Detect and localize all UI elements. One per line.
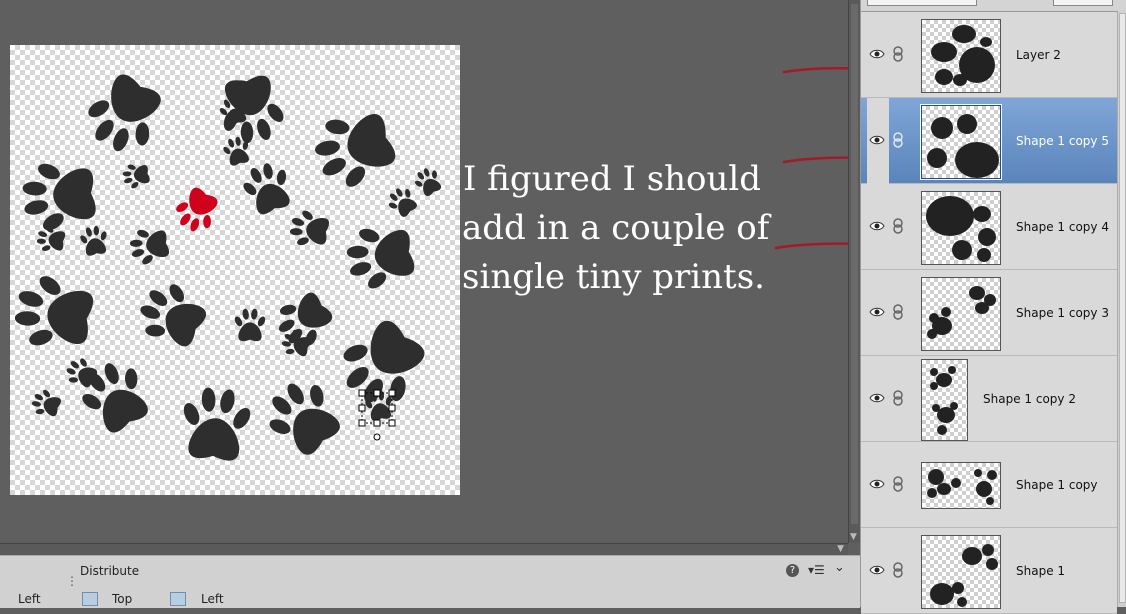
- layer-thumbnail: [920, 104, 1002, 180]
- link-icon[interactable]: [891, 132, 905, 148]
- visibility-toggle[interactable]: [867, 12, 889, 98]
- document-canvas[interactable]: [10, 45, 460, 495]
- layer-row-shape-1-copy-2[interactable]: Shape 1 copy 2: [861, 356, 1117, 442]
- paw-thumbnail-icon: [927, 469, 997, 505]
- link-icon[interactable]: [891, 304, 905, 320]
- layer-thumbnail: [921, 462, 1001, 509]
- arrow-to-shape-copy-5: [782, 156, 848, 164]
- layer-thumbnail: [921, 277, 1001, 351]
- distribute-left-icon[interactable]: [170, 592, 186, 606]
- paw-thumbnail-icon: [927, 286, 996, 339]
- visibility-toggle[interactable]: [867, 442, 889, 528]
- link-icon[interactable]: [891, 562, 905, 578]
- layer-thumbnail: [921, 535, 1001, 609]
- link-icon[interactable]: [891, 476, 905, 492]
- layer-thumbnail: [921, 19, 1001, 93]
- layer-thumbnail: [921, 359, 968, 441]
- paw-thumbnail-icon: [930, 544, 998, 607]
- layer-row-shape-1-copy-4[interactable]: Shape 1 copy 4: [861, 184, 1117, 270]
- layer-row-shape-1-copy[interactable]: Shape 1 copy: [861, 442, 1117, 528]
- layers-panel: Layer 2 Shape 1 copy 5 Shape 1 copy 4 Sh…: [860, 0, 1126, 614]
- distribute-top-label[interactable]: Top: [112, 592, 132, 606]
- paw-thumbnail-icon: [926, 196, 996, 262]
- eye-icon[interactable]: [869, 306, 885, 318]
- annotation-line: single tiny prints.: [462, 257, 765, 297]
- layer-name[interactable]: Layer 2: [1016, 48, 1061, 62]
- opacity-input[interactable]: [1053, 0, 1113, 6]
- eye-icon[interactable]: [869, 220, 885, 232]
- visibility-toggle[interactable]: [867, 270, 889, 356]
- layer-name[interactable]: Shape 1 copy 5: [1016, 134, 1109, 148]
- blend-mode-select[interactable]: [867, 0, 977, 6]
- layer-row-layer-2[interactable]: Layer 2: [861, 12, 1117, 98]
- layer-name[interactable]: Shape 1 copy 3: [1016, 306, 1109, 320]
- paw-thumbnail-icon: [927, 114, 999, 178]
- eye-icon[interactable]: [869, 392, 885, 404]
- paw-thumbnail-icon: [931, 25, 995, 86]
- distribute-label: Distribute: [80, 564, 140, 578]
- arrow-to-shape-copy-4: [774, 242, 848, 250]
- eye-icon[interactable]: [869, 478, 885, 490]
- eye-icon[interactable]: [869, 134, 885, 146]
- link-icon[interactable]: [891, 218, 905, 234]
- layer-name[interactable]: Shape 1 copy: [1016, 478, 1098, 492]
- options-menu-icon[interactable]: ▾☰: [808, 563, 825, 577]
- arrow-to-layer-2: [782, 66, 848, 74]
- help-icon[interactable]: ?: [786, 564, 799, 577]
- tool-options-bar: Left ⋮ Distribute Top Left ? ▾☰ ⌄: [0, 555, 860, 608]
- eye-icon[interactable]: [869, 564, 885, 576]
- annotation-text: I figured I should add in a couple of si…: [462, 155, 770, 302]
- layer-row-shape-1[interactable]: Shape 1: [861, 528, 1117, 614]
- scrollbar-thumb[interactable]: [1119, 13, 1126, 603]
- visibility-toggle[interactable]: [867, 184, 889, 270]
- layer-name[interactable]: Shape 1 copy 4: [1016, 220, 1109, 234]
- layers-panel-scrollbar[interactable]: [1117, 11, 1126, 607]
- visibility-toggle[interactable]: [867, 356, 889, 442]
- canvas-workspace[interactable]: I figured I should add in a couple of si…: [0, 0, 848, 543]
- divider-dots: ⋮: [66, 574, 78, 588]
- visibility-toggle[interactable]: [867, 98, 889, 184]
- scroll-right-icon[interactable]: ▼: [837, 544, 844, 554]
- visibility-toggle[interactable]: [867, 528, 889, 614]
- layers-panel-header: [861, 0, 1126, 12]
- scroll-down-icon[interactable]: ▼: [850, 532, 857, 542]
- annotation-line: add in a couple of: [462, 208, 770, 248]
- layer-name[interactable]: Shape 1: [1016, 564, 1065, 578]
- annotation-line: I figured I should: [462, 159, 762, 199]
- layer-row-shape-1-copy-5[interactable]: Shape 1 copy 5: [861, 98, 1117, 184]
- link-icon[interactable]: [891, 390, 905, 406]
- paw-print-artwork: [10, 65, 446, 466]
- distribute-top-icon[interactable]: [82, 592, 98, 606]
- eye-icon[interactable]: [869, 48, 885, 60]
- distribute-left-label[interactable]: Left: [201, 592, 224, 606]
- align-left-label[interactable]: Left: [18, 592, 41, 606]
- chevron-down-icon[interactable]: ⌄: [834, 560, 845, 575]
- scrollbar-thumb[interactable]: [851, 4, 858, 524]
- layer-row-shape-1-copy-3[interactable]: Shape 1 copy 3: [861, 270, 1117, 356]
- layer-name[interactable]: Shape 1 copy 2: [983, 392, 1076, 406]
- link-icon[interactable]: [891, 46, 905, 62]
- layer-thumbnail: [921, 191, 1001, 265]
- paw-thumbnail-icon: [930, 366, 958, 435]
